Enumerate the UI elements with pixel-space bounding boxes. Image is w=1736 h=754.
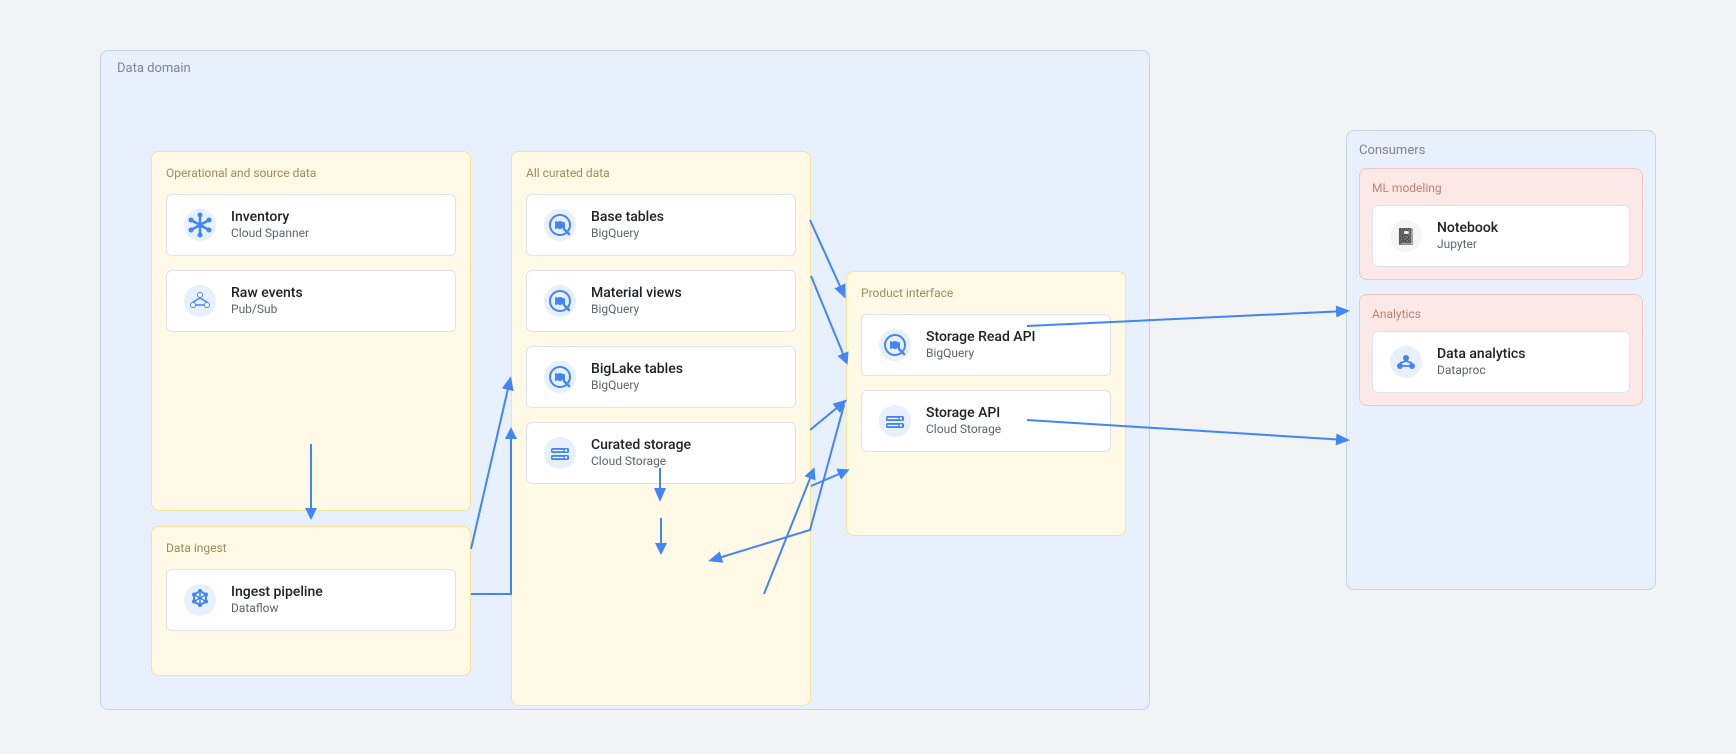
storageapi-name: Storage API xyxy=(926,404,1001,422)
data-domain-box: Data domain Operational and source data xyxy=(100,50,1150,710)
curatedstorage-card: Curated storage Cloud Storage xyxy=(526,422,796,484)
materialviews-name: Material views xyxy=(591,284,682,302)
curatedstorage-sub: Cloud Storage xyxy=(591,454,691,470)
canvas: Data domain Operational and source data xyxy=(0,0,1736,754)
dataanalytics-card: Data analytics Dataproc xyxy=(1372,331,1630,393)
ingest-sub: Dataflow xyxy=(231,601,323,617)
rawevents-sub: Pub/Sub xyxy=(231,302,303,318)
analytics-box: Analytics Data analytics xyxy=(1359,294,1643,406)
all-curated-box: All curated data Base tables xyxy=(511,151,811,706)
ml-modeling-label: ML modeling xyxy=(1372,181,1630,195)
dataanalytics-sub: Dataproc xyxy=(1437,363,1525,379)
dataflow-icon xyxy=(181,581,219,619)
dataanalytics-name: Data analytics xyxy=(1437,345,1525,363)
materialviews-sub: BigQuery xyxy=(591,302,682,318)
notebook-sub: Jupyter xyxy=(1437,237,1498,253)
analytics-label: Analytics xyxy=(1372,307,1630,321)
all-curated-label: All curated data xyxy=(526,166,796,180)
curatedstorage-name: Curated storage xyxy=(591,436,691,454)
spanner-icon xyxy=(181,206,219,244)
inventory-name: Inventory xyxy=(231,208,309,226)
bq-icon-2 xyxy=(541,282,579,320)
basetables-card: Base tables BigQuery xyxy=(526,194,796,256)
dataproc-icon xyxy=(1387,343,1425,381)
ingest-card: Ingest pipeline Dataflow xyxy=(166,569,456,631)
operational-source-label: Operational and source data xyxy=(166,166,456,180)
product-interface-box: Product interface Storage Read API xyxy=(846,271,1126,536)
svg-text:📓: 📓 xyxy=(1396,227,1416,246)
storage-icon-1 xyxy=(541,434,579,472)
rawevents-card: Raw events Pub/Sub xyxy=(166,270,456,332)
rawevents-name: Raw events xyxy=(231,284,303,302)
biglake-card: BigLake tables BigQuery xyxy=(526,346,796,408)
storageapi-sub: Cloud Storage xyxy=(926,422,1001,438)
storagereadapi-name: Storage Read API xyxy=(926,328,1036,346)
product-interface-label: Product interface xyxy=(861,286,1111,300)
notebook-card: 📓 Notebook Jupyter xyxy=(1372,205,1630,267)
bq-icon-3 xyxy=(541,358,579,396)
ingest-name: Ingest pipeline xyxy=(231,583,323,601)
biglake-name: BigLake tables xyxy=(591,360,683,378)
operational-source-box: Operational and source data xyxy=(151,151,471,511)
ml-modeling-box: ML modeling 📓 Notebook Jupyter xyxy=(1359,168,1643,280)
inventory-card: Inventory Cloud Spanner xyxy=(166,194,456,256)
data-ingest-label: Data ingest xyxy=(166,541,456,555)
basetables-sub: BigQuery xyxy=(591,226,664,242)
bq-icon-1 xyxy=(541,206,579,244)
data-domain-label: Data domain xyxy=(117,61,191,76)
basetables-name: Base tables xyxy=(591,208,664,226)
pubsub-icon xyxy=(181,282,219,320)
biglake-sub: BigQuery xyxy=(591,378,683,394)
data-ingest-box: Data ingest xyxy=(151,526,471,676)
materialviews-card: Material views BigQuery xyxy=(526,270,796,332)
consumers-box: Consumers ML modeling 📓 Notebook Jupyter… xyxy=(1346,130,1656,590)
storage-icon-2 xyxy=(876,402,914,440)
storageapi-card: Storage API Cloud Storage xyxy=(861,390,1111,452)
jupyter-icon: 📓 xyxy=(1387,217,1425,255)
notebook-name: Notebook xyxy=(1437,219,1498,237)
inventory-sub: Cloud Spanner xyxy=(231,226,309,242)
storagereadapi-card: Storage Read API BigQuery xyxy=(861,314,1111,376)
storagereadapi-sub: BigQuery xyxy=(926,346,1036,362)
bq-icon-4 xyxy=(876,326,914,364)
consumers-label: Consumers xyxy=(1359,143,1643,158)
